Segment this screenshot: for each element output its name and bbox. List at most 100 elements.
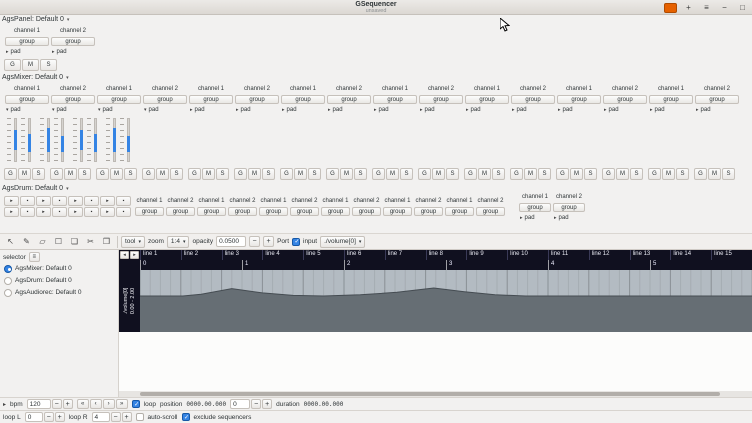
- solo-toggle-button[interactable]: S: [124, 168, 137, 180]
- drum-matrix-button[interactable]: ▪: [20, 207, 35, 217]
- solo-toggle-button[interactable]: S: [630, 168, 643, 180]
- pad-expander[interactable]: ▸ pad: [511, 105, 555, 114]
- volume-slider[interactable]: [39, 116, 51, 164]
- opacity-input[interactable]: 0.0500: [216, 236, 246, 247]
- group-button[interactable]: group: [557, 95, 601, 104]
- previous-button[interactable]: ‹: [90, 399, 102, 409]
- zoom-select[interactable]: 1:4 ▾: [167, 236, 190, 248]
- group-toggle-button[interactable]: G: [648, 168, 661, 180]
- timeline-line-header[interactable]: line 6: [344, 250, 385, 260]
- solo-toggle-button[interactable]: S: [676, 168, 689, 180]
- group-toggle-button[interactable]: G: [280, 168, 293, 180]
- group-button[interactable]: group: [465, 95, 509, 104]
- loop-left-increment-button[interactable]: +: [55, 412, 65, 422]
- drum-matrix-button[interactable]: ▸: [100, 196, 115, 206]
- tool-menu-button[interactable]: tool ▾: [121, 236, 145, 248]
- group-toggle-button[interactable]: G: [694, 168, 707, 180]
- solo-toggle-button[interactable]: S: [170, 168, 183, 180]
- forward-button[interactable]: »: [116, 399, 128, 409]
- mute-toggle-button[interactable]: M: [22, 59, 39, 71]
- mute-toggle-button[interactable]: M: [386, 168, 399, 180]
- group-toggle-button[interactable]: G: [4, 168, 17, 180]
- loop-left-decrement-button[interactable]: −: [44, 412, 54, 422]
- group-toggle-button[interactable]: G: [142, 168, 155, 180]
- editor-empty-area[interactable]: [119, 332, 752, 391]
- mute-toggle-button[interactable]: M: [708, 168, 721, 180]
- group-button[interactable]: group: [553, 203, 585, 212]
- solo-toggle-button[interactable]: S: [538, 168, 551, 180]
- drum-machine-header[interactable]: AgsDrum: Default 0 ▾: [2, 185, 69, 192]
- scrollbar-thumb[interactable]: [140, 392, 720, 396]
- solo-toggle-button[interactable]: S: [40, 59, 57, 71]
- group-button[interactable]: group: [51, 37, 95, 46]
- pad-expander[interactable]: ▾ pad: [97, 105, 141, 114]
- group-toggle-button[interactable]: G: [234, 168, 247, 180]
- solo-toggle-button[interactable]: S: [400, 168, 413, 180]
- group-toggle-button[interactable]: G: [418, 168, 431, 180]
- group-button[interactable]: group: [228, 207, 257, 216]
- group-toggle-button[interactable]: G: [96, 168, 109, 180]
- timeline-line-header[interactable]: line 2: [181, 250, 222, 260]
- selector-item[interactable]: AgsMixer: Default 0: [3, 263, 115, 274]
- group-button[interactable]: group: [321, 207, 350, 216]
- group-button[interactable]: group: [419, 95, 463, 104]
- group-button[interactable]: group: [281, 95, 325, 104]
- solo-toggle-button[interactable]: S: [492, 168, 505, 180]
- cut-button[interactable]: ✂: [83, 235, 98, 248]
- timeline-line-header[interactable]: line 11: [548, 250, 589, 260]
- loop-right-decrement-button[interactable]: −: [111, 412, 121, 422]
- mute-toggle-button[interactable]: M: [156, 168, 169, 180]
- timeline-line-header[interactable]: line 5: [303, 250, 344, 260]
- navigation-expander-icon[interactable]: ▸: [3, 401, 6, 408]
- next-button[interactable]: ›: [103, 399, 115, 409]
- solo-toggle-button[interactable]: S: [262, 168, 275, 180]
- drum-matrix-button[interactable]: ▪: [116, 196, 131, 206]
- automation-canvas[interactable]: [140, 270, 752, 332]
- group-toggle-button[interactable]: G: [326, 168, 339, 180]
- pad-expander[interactable]: ▸ pad: [465, 105, 509, 114]
- copy-button[interactable]: ❏: [67, 235, 82, 248]
- group-toggle-button[interactable]: G: [556, 168, 569, 180]
- timeline-line-header[interactable]: line 8: [426, 250, 467, 260]
- opacity-increment-button[interactable]: +: [263, 236, 274, 247]
- group-button[interactable]: group: [373, 95, 417, 104]
- group-button[interactable]: group: [143, 95, 187, 104]
- pad-expander[interactable]: ▸ pad: [695, 105, 739, 114]
- group-toggle-button[interactable]: G: [50, 168, 63, 180]
- pad-expander[interactable]: ▸ pad: [235, 105, 279, 114]
- pad-expander[interactable]: ▸ pad: [419, 105, 463, 114]
- pad-expander[interactable]: ▸ pad: [519, 213, 551, 222]
- timeline-line-header[interactable]: line 1: [140, 250, 181, 260]
- loop-right-increment-button[interactable]: +: [122, 412, 132, 422]
- mute-toggle-button[interactable]: M: [524, 168, 537, 180]
- group-button[interactable]: group: [445, 207, 474, 216]
- drum-matrix-button[interactable]: ▪: [116, 207, 131, 217]
- group-button[interactable]: group: [695, 95, 739, 104]
- group-button[interactable]: group: [197, 207, 226, 216]
- add-button[interactable]: +: [682, 2, 695, 13]
- solo-toggle-button[interactable]: S: [354, 168, 367, 180]
- paste-button[interactable]: ❒: [99, 235, 114, 248]
- solo-toggle-button[interactable]: S: [584, 168, 597, 180]
- mute-toggle-button[interactable]: M: [662, 168, 675, 180]
- group-button[interactable]: group: [5, 95, 49, 104]
- bpm-decrement-button[interactable]: −: [52, 399, 62, 409]
- drum-matrix-button[interactable]: ▸: [100, 207, 115, 217]
- drum-matrix-button[interactable]: ▪: [84, 196, 99, 206]
- mixer-machine-header[interactable]: AgsMixer: Default 0 ▾: [2, 74, 69, 81]
- drum-matrix-button[interactable]: ▪: [52, 207, 67, 217]
- pad-expander[interactable]: ▸ pad: [189, 105, 233, 114]
- minimize-button[interactable]: −: [718, 2, 731, 13]
- position-spin-value[interactable]: 0: [230, 399, 250, 409]
- mute-toggle-button[interactable]: M: [570, 168, 583, 180]
- timeline-line-header[interactable]: line 12: [589, 250, 630, 260]
- mute-toggle-button[interactable]: M: [432, 168, 445, 180]
- position-decrement-button[interactable]: −: [251, 399, 261, 409]
- radio-button[interactable]: [4, 265, 12, 273]
- group-button[interactable]: group: [166, 207, 195, 216]
- volume-slider[interactable]: [20, 116, 32, 164]
- volume-slider[interactable]: [119, 116, 131, 164]
- timeline-line-header[interactable]: line 15: [711, 250, 752, 260]
- group-toggle-button[interactable]: G: [510, 168, 523, 180]
- bpm-increment-button[interactable]: +: [63, 399, 73, 409]
